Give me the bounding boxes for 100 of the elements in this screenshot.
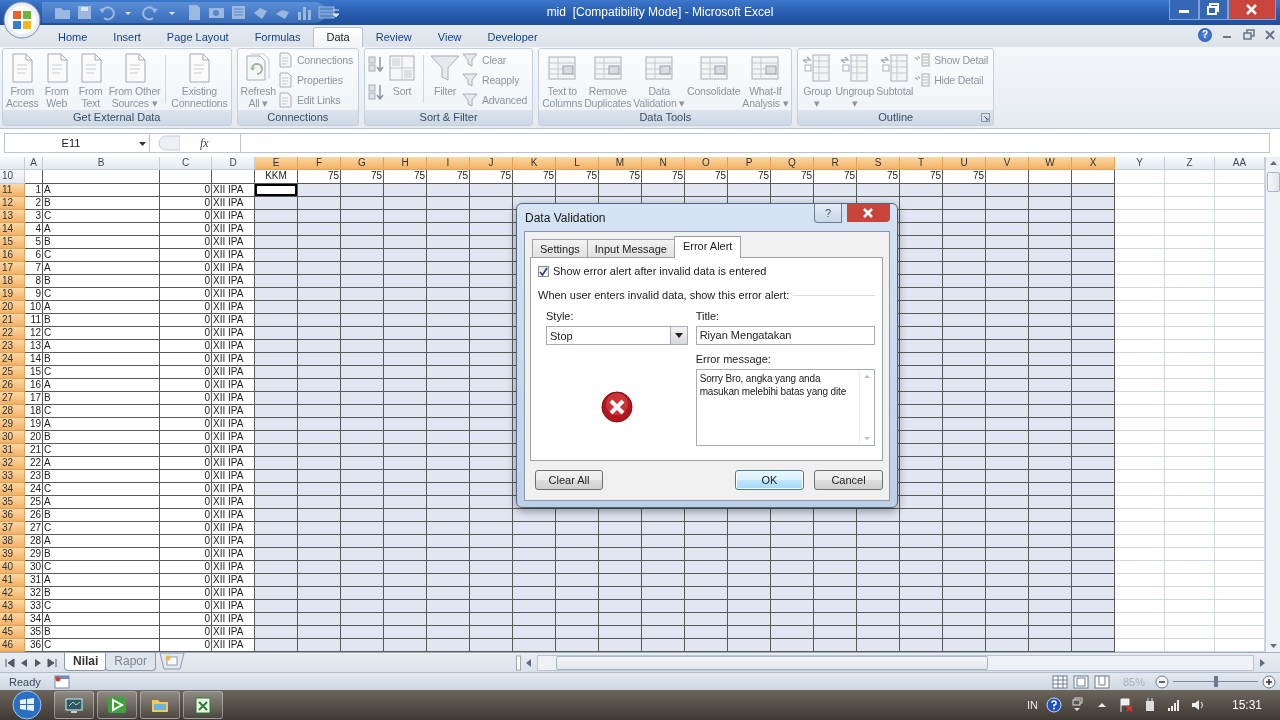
column-header[interactable]: X [1072,157,1115,170]
row-header[interactable]: 25 [0,366,25,379]
column-header[interactable]: E [255,157,298,170]
table-cell: 29 [25,548,43,561]
column-header[interactable]: P [728,157,771,170]
table-cell: 0 [160,327,212,340]
column-header[interactable]: R [814,157,857,170]
row-header[interactable]: 12 [0,197,25,210]
column-header[interactable]: U [943,157,986,170]
column-header[interactable]: H [384,157,427,170]
row-header[interactable]: 31 [0,444,25,457]
row-header[interactable]: 14 [0,223,25,236]
table-cell: 0 [160,301,212,314]
ribbon-tab[interactable]: Review [362,27,425,47]
ribbon-tab[interactable]: Insert [100,27,154,47]
row-header[interactable]: 26 [0,379,25,392]
column-header[interactable]: B [43,157,160,170]
ribbon-tab[interactable]: Page Layout [153,27,242,47]
ribbon-tab[interactable]: Developer [474,27,551,47]
row-header[interactable]: 13 [0,210,25,223]
column-header[interactable]: Y [1115,157,1165,170]
dialog-button[interactable]: Clear All [535,470,603,490]
row-header[interactable]: 23 [0,340,25,353]
table-cell: C [43,210,160,223]
row-header[interactable]: 42 [0,587,25,600]
table-cell: C [43,483,160,496]
row-header[interactable]: 32 [0,457,25,470]
column-header[interactable]: D [212,157,255,170]
row-header[interactable]: 43 [0,600,25,613]
column-header[interactable]: Q [771,157,814,170]
row-header[interactable]: 20 [0,301,25,314]
column-header[interactable]: C [160,157,212,170]
table-cell: A [43,418,160,431]
table-cell: 0 [160,236,212,249]
ribbon-tab[interactable]: View [424,27,475,47]
column-header[interactable]: Z [1165,157,1215,170]
ribbon-tab[interactable]: Data [313,27,363,47]
column-header[interactable]: K [513,157,556,170]
group-label: Data Tools [639,111,692,123]
column-header[interactable]: V [986,157,1029,170]
table-cell: C [43,288,160,301]
column-header[interactable]: F [298,157,341,170]
column-header[interactable]: T [900,157,943,170]
style-dropdown[interactable]: Stop [546,326,688,345]
row-header[interactable]: 46 [0,639,25,652]
column-header[interactable]: I [427,157,470,170]
column-header[interactable]: L [556,157,599,170]
column-header[interactable]: M [599,157,642,170]
checkbox-label[interactable]: Show error alert after invalid data is entered [553,265,767,277]
row-header[interactable]: 33 [0,470,25,483]
clock[interactable]: 15:31 [1231,698,1262,712]
table-cell: 4 [25,223,43,236]
row-header[interactable]: 15 [0,236,25,249]
field-label: Style: [546,309,575,323]
row-header[interactable]: 19 [0,288,25,301]
row-header[interactable]: 24 [0,353,25,366]
help-button[interactable]: ? [1198,28,1212,42]
row-header[interactable]: 10 [0,170,25,184]
column-header[interactable]: O [685,157,728,170]
language-indicator[interactable]: IN [1026,699,1038,711]
title-field[interactable]: Riyan Mengatakan [695,326,875,345]
row-header[interactable]: 37 [0,522,25,535]
column-header[interactable]: A [25,157,43,170]
dialog-button[interactable]: OK [735,470,804,490]
row-header[interactable]: 40 [0,561,25,574]
row-header[interactable]: 27 [0,392,25,405]
row-header[interactable]: 38 [0,535,25,548]
dialog-tab[interactable]: Error Alert [673,236,742,258]
status-text: Ready [9,675,42,688]
row-header[interactable]: 44 [0,613,25,626]
row-header[interactable]: 28 [0,405,25,418]
table-cell: 33 [25,600,43,613]
table-cell: 0 [160,379,212,392]
row-header[interactable]: 45 [0,626,25,639]
column-header[interactable]: S [857,157,900,170]
row-header[interactable]: 16 [0,249,25,262]
row-header[interactable]: 35 [0,496,25,509]
column-header[interactable]: N [642,157,685,170]
row-header[interactable]: 18 [0,275,25,288]
column-header[interactable]: J [470,157,513,170]
column-header[interactable]: AA [1215,157,1265,170]
dialog-button[interactable]: Cancel [814,470,883,490]
row-header[interactable]: 34 [0,483,25,496]
ribbon-tab[interactable]: Formulas [241,27,314,47]
row-header[interactable]: 11 [0,184,25,197]
table-cell: 21 [25,444,43,457]
row-header[interactable]: 30 [0,431,25,444]
help-button[interactable]: ? [814,204,842,223]
column-header[interactable]: G [341,157,384,170]
row-header[interactable]: 29 [0,418,25,431]
row-header[interactable]: 21 [0,314,25,327]
row-header[interactable]: 22 [0,327,25,340]
ribbon-tab[interactable]: Home [45,27,101,47]
row-header[interactable]: 39 [0,548,25,561]
row-header[interactable]: 17 [0,262,25,275]
column-header[interactable]: W [1029,157,1072,170]
row-header[interactable]: 36 [0,509,25,522]
row-header[interactable]: 41 [0,574,25,587]
table-cell: A [43,340,160,353]
sheet-tab[interactable]: Nilai [64,653,108,671]
